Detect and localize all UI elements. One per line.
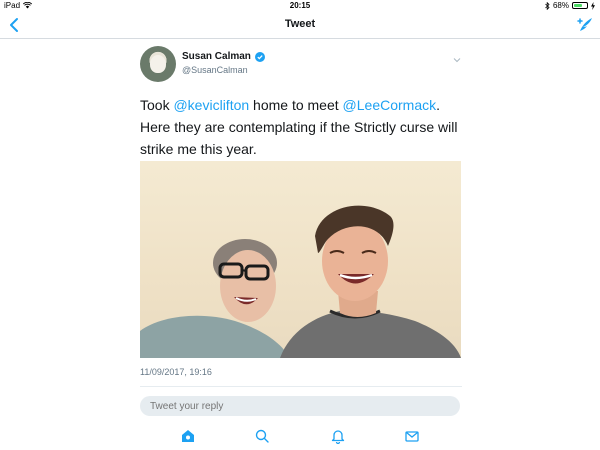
tweet-timestamp: 11/09/2017, 19:16: [140, 367, 212, 377]
clock: 20:15: [289, 1, 311, 10]
chevron-down-icon: [453, 58, 461, 63]
tab-search[interactable]: [254, 428, 270, 444]
bluetooth-icon: [545, 1, 550, 10]
home-icon: [182, 430, 194, 442]
battery-fill: [574, 4, 582, 7]
divider: [140, 386, 462, 387]
author-display-name[interactable]: Susan Calman: [182, 51, 251, 62]
tweet-text-part: home to meet: [249, 97, 343, 113]
search-icon: [255, 429, 269, 443]
tweet-options-button[interactable]: [452, 52, 462, 63]
tab-home[interactable]: [180, 428, 196, 444]
battery-percent: 68%: [552, 1, 569, 10]
tweet-text: Took @keviclifton home to meet @LeeCorma…: [140, 94, 462, 160]
avatar-face: [150, 55, 166, 73]
tweet-photo[interactable]: [140, 161, 461, 358]
verified-badge-icon: [254, 51, 265, 62]
tab-bar: [0, 424, 600, 450]
tab-messages[interactable]: [404, 428, 420, 444]
page-title: Tweet: [284, 18, 316, 30]
mention-link[interactable]: @keviclifton: [173, 97, 249, 113]
photo-illustration: [140, 205, 461, 358]
tweet-text-part: Took: [140, 97, 174, 113]
mention-link[interactable]: @LeeCormack: [343, 97, 437, 113]
charging-icon: [591, 1, 595, 10]
author-handle[interactable]: @SusanCalman: [182, 65, 248, 75]
avatar[interactable]: [140, 46, 176, 82]
battery-icon: [572, 2, 588, 9]
status-right: 68%: [545, 1, 595, 10]
compose-tweet-icon: [577, 18, 592, 31]
tab-notifications[interactable]: [330, 428, 346, 445]
author-name-row[interactable]: Susan Calman: [182, 51, 265, 62]
messages-icon: [405, 431, 419, 442]
reply-input[interactable]: [140, 396, 460, 416]
notifications-icon: [331, 430, 345, 445]
nav-bar: Tweet: [0, 12, 600, 39]
status-bar: iPad 20:15 68%: [0, 0, 600, 12]
compose-tweet-button[interactable]: [575, 15, 595, 35]
